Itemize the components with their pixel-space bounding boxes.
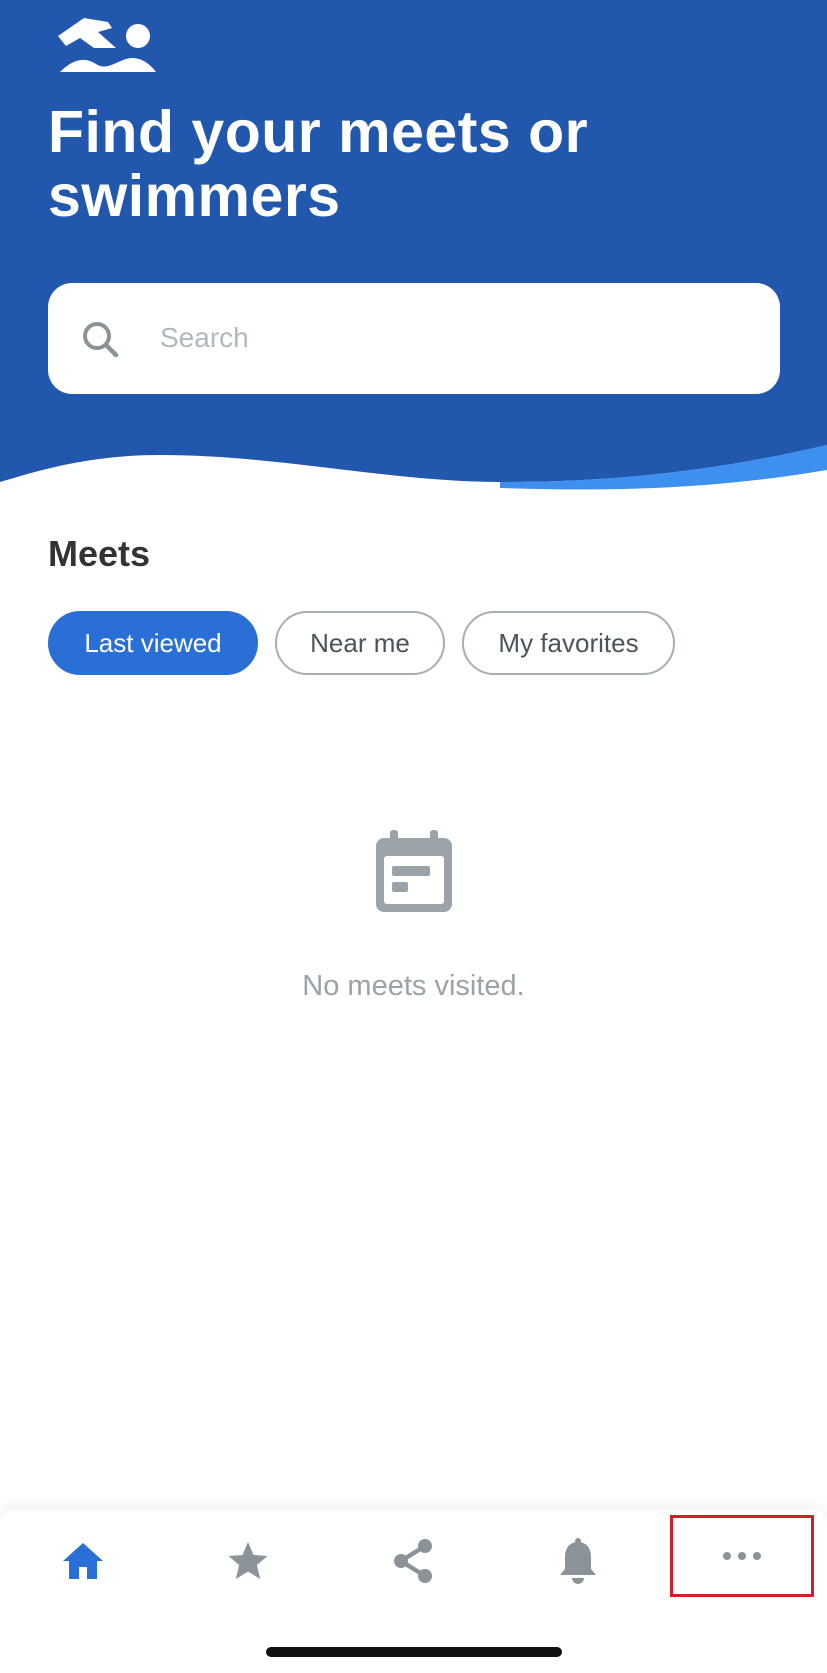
meets-section-title: Meets	[48, 533, 151, 574]
nav-home-button[interactable]	[0, 1510, 165, 1612]
nav-notifications-button[interactable]	[495, 1510, 660, 1612]
more-icon	[723, 1552, 761, 1560]
page-title: Find your meets or swimmers	[48, 99, 589, 229]
home-indicator	[266, 1647, 562, 1657]
search-box[interactable]	[48, 283, 780, 394]
bell-icon	[559, 1538, 596, 1584]
nav-more-button[interactable]	[670, 1515, 814, 1597]
search-input[interactable]	[160, 313, 740, 363]
calendar-icon	[376, 830, 452, 912]
meets-filter-chips: Last viewed Near me My favorites	[48, 611, 675, 675]
header-wave-background	[0, 0, 827, 490]
empty-state-message: No meets visited.	[302, 970, 525, 1002]
filter-chip-my-favorites[interactable]: My favorites	[462, 611, 675, 675]
nav-share-button[interactable]	[330, 1510, 495, 1612]
search-icon	[83, 322, 119, 358]
star-icon	[228, 1542, 267, 1579]
swimmer-logo-icon	[58, 18, 156, 72]
filter-chip-near-me[interactable]: Near me	[275, 611, 445, 675]
header: Find your meets or swimmers	[0, 0, 827, 500]
share-icon	[393, 1539, 432, 1583]
home-icon	[62, 1543, 103, 1579]
filter-chip-last-viewed[interactable]: Last viewed	[48, 611, 258, 675]
nav-favorites-button[interactable]	[165, 1510, 330, 1612]
